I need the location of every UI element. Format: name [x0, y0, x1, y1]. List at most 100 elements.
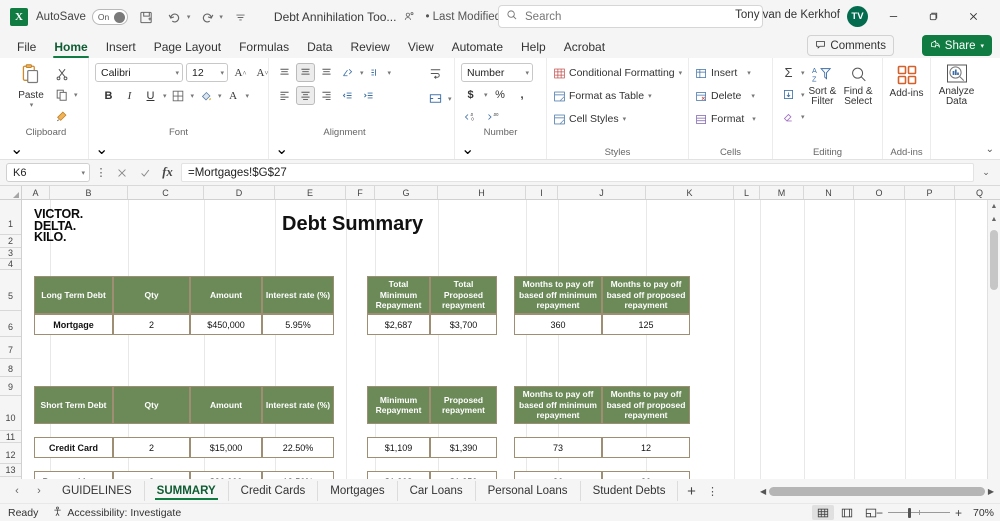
scroll-right-arrow-icon[interactable]: ▶: [988, 487, 994, 496]
italic-button[interactable]: I: [120, 86, 139, 105]
column-header-D[interactable]: D: [204, 186, 275, 199]
font-size-select[interactable]: 12 ▾: [186, 63, 228, 82]
insert-function-icon[interactable]: fx: [158, 163, 177, 182]
normal-view-icon[interactable]: [812, 505, 834, 520]
row-header-13[interactable]: 13: [0, 464, 21, 477]
minimize-button[interactable]: [878, 4, 908, 28]
redo-icon[interactable]: [196, 6, 218, 28]
cell-pl-min-repayment[interactable]: $1,308: [367, 471, 430, 479]
row-header-8[interactable]: 8: [0, 359, 21, 377]
delete-cells-button[interactable]: Delete ▾: [695, 86, 755, 106]
avatar[interactable]: TV: [847, 6, 868, 27]
ribbon-tab-acrobat[interactable]: Acrobat: [555, 40, 614, 58]
ribbon-tab-home[interactable]: Home: [45, 40, 96, 58]
column-header-C[interactable]: C: [128, 186, 204, 199]
cell-cc-proposed-repayment[interactable]: $1,390: [430, 437, 497, 458]
ribbon-tab-insert[interactable]: Insert: [97, 40, 145, 58]
underline-button[interactable]: U: [141, 86, 160, 105]
borders-icon[interactable]: [169, 86, 188, 105]
increase-font-size-icon[interactable]: A ˄: [231, 63, 250, 82]
orientation-icon[interactable]: [338, 63, 357, 82]
cell-pl-months-min[interactable]: 36: [514, 471, 602, 479]
underline-chevron-down-icon[interactable]: ▾: [163, 92, 167, 100]
align-top-icon[interactable]: [275, 63, 294, 82]
font-color-chevron-down-icon[interactable]: ▾: [246, 92, 250, 100]
number-dialog-launcher-icon[interactable]: ⌄: [461, 139, 540, 159]
sheet-tab-credit-cards[interactable]: Credit Cards: [229, 481, 319, 501]
table-row[interactable]: 36 30: [514, 471, 690, 479]
page-layout-view-icon[interactable]: [836, 505, 858, 520]
column-header-E[interactable]: E: [275, 186, 346, 199]
ribbon-tab-file[interactable]: File: [8, 40, 45, 58]
scroll-up-arrow-icon[interactable]: ▲: [988, 200, 1000, 213]
formula-bar-more-icon[interactable]: ⋮: [94, 166, 108, 179]
copy-chevron-down-icon[interactable]: ▾: [74, 91, 78, 99]
column-header-K[interactable]: K: [646, 186, 734, 199]
cell-cc-months-min[interactable]: 73: [514, 437, 602, 458]
copy-icon[interactable]: [52, 85, 71, 104]
column-header-F[interactable]: F: [346, 186, 375, 199]
column-header-M[interactable]: M: [760, 186, 804, 199]
ribbon-tab-review[interactable]: Review: [341, 40, 398, 58]
sheet-tab-student-debts[interactable]: Student Debts: [581, 481, 679, 501]
cell-credit-card-rate[interactable]: 22.50%: [262, 437, 334, 458]
find-select-button[interactable]: Find & Select: [840, 63, 876, 107]
column-header-L[interactable]: L: [734, 186, 760, 199]
select-all-corner[interactable]: [0, 186, 22, 199]
ribbon-tab-automate[interactable]: Automate: [443, 40, 512, 58]
align-center-icon[interactable]: [296, 86, 315, 105]
redo-dropdown-icon[interactable]: ▾: [219, 13, 223, 21]
number-format-select[interactable]: Number ▾: [461, 63, 533, 82]
zoom-out-button[interactable]: −: [876, 506, 883, 520]
previous-sheet-arrow-icon[interactable]: ‹: [6, 481, 28, 501]
row-header-2[interactable]: 2: [0, 235, 21, 248]
column-header-N[interactable]: N: [804, 186, 854, 199]
table-row[interactable]: $2,687 $3,700: [367, 314, 497, 335]
cell-cc-min-repayment[interactable]: $1,109: [367, 437, 430, 458]
font-family-select[interactable]: Calibri ▾: [95, 63, 183, 82]
fill-color-icon[interactable]: [196, 86, 215, 105]
table-row[interactable]: Credit Card 2 $15,000 22.50%: [34, 437, 334, 458]
paste-button[interactable]: Paste ▾: [10, 61, 52, 109]
sheet-canvas[interactable]: VICTOR. DELTA. KILO. Debt Summary Long T…: [22, 200, 1000, 479]
column-header-O[interactable]: O: [854, 186, 905, 199]
confirm-entry-icon[interactable]: [135, 163, 154, 182]
cell-pl-proposed-repayment[interactable]: $1,350: [430, 471, 497, 479]
table-row[interactable]: $1,308 $1,350: [367, 471, 497, 479]
row-header-4[interactable]: 4: [0, 259, 21, 270]
cell-lt-total-proposed-repayment[interactable]: $3,700: [430, 314, 497, 335]
document-title[interactable]: Debt Annihilation Too...: [274, 10, 397, 24]
ribbon-tab-data[interactable]: Data: [298, 40, 341, 58]
cell-credit-card-amount[interactable]: $15,000: [190, 437, 263, 458]
orientation-chevron-down-icon[interactable]: ▾: [360, 69, 364, 77]
font-color-icon[interactable]: A: [224, 86, 243, 105]
column-header-H[interactable]: H: [438, 186, 526, 199]
search-input[interactable]: Search: [498, 5, 763, 28]
next-sheet-arrow-icon[interactable]: ›: [28, 481, 50, 501]
share-chevron-down-icon[interactable]: ▾: [980, 42, 984, 50]
cancel-entry-icon[interactable]: [112, 163, 131, 182]
row-header-9[interactable]: 9: [0, 377, 21, 396]
cell-personal-loan-rate[interactable]: 13.50%: [262, 471, 334, 479]
increase-indent-icon[interactable]: [366, 63, 385, 82]
alignment-dialog-launcher-icon[interactable]: ⌄: [275, 139, 414, 159]
cut-icon[interactable]: [52, 64, 71, 83]
horizontal-scroll-thumb[interactable]: [769, 486, 985, 496]
increase-decimal-icon[interactable]: .0 0: [461, 107, 480, 126]
align-right-icon[interactable]: [317, 86, 336, 105]
cell-credit-card-qty[interactable]: 2: [113, 437, 191, 458]
decrease-indent-button[interactable]: [338, 86, 357, 105]
clipboard-dialog-launcher-icon[interactable]: ⌄: [10, 139, 82, 159]
name-box[interactable]: K6 ▾: [6, 163, 90, 182]
decrease-decimal-icon[interactable]: .00: [484, 107, 503, 126]
cell-mortgage-amount[interactable]: $450,000: [190, 314, 263, 335]
horizontal-scroll-track[interactable]: [769, 486, 985, 496]
vertical-scroll-thumb[interactable]: [990, 230, 998, 290]
close-button[interactable]: [958, 4, 988, 28]
column-header-P[interactable]: P: [905, 186, 955, 199]
sheet-tab-guidelines[interactable]: GUIDELINES: [50, 481, 145, 501]
quick-access-more-icon[interactable]: [230, 6, 252, 28]
format-as-table-button[interactable]: Format as Table ▾: [553, 86, 652, 106]
fill-down-icon[interactable]: [779, 85, 798, 104]
cell-mortgage-name[interactable]: Mortgage: [34, 314, 114, 335]
